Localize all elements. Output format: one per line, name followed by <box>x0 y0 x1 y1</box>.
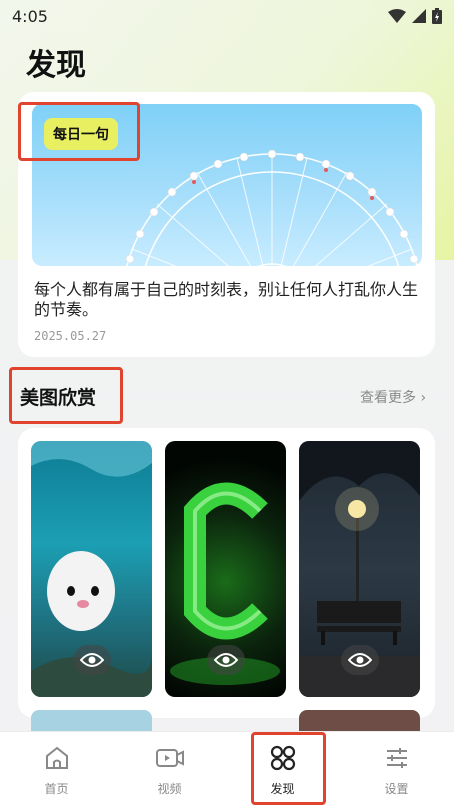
gallery-photo-park-bench[interactable] <box>299 441 420 697</box>
nav-item-video[interactable]: 视频 <box>113 732 226 807</box>
preview-eye-icon[interactable] <box>341 645 379 675</box>
home-icon <box>45 746 68 769</box>
battery-icon <box>432 8 442 24</box>
nav-label-home: 首页 <box>44 782 69 796</box>
gallery-card <box>18 428 435 718</box>
video-icon <box>155 749 184 767</box>
wifi-icon <box>388 9 406 23</box>
daily-quote-text: 每个人都有属于自己的时刻表，别让任何人打乱你人生的节奏。 <box>34 280 419 319</box>
status-time: 4:05 <box>12 6 48 26</box>
nav-label-video: 视频 <box>157 782 182 796</box>
preview-eye-icon[interactable] <box>207 645 245 675</box>
nav-item-settings[interactable]: 设置 <box>340 732 453 807</box>
highlight-gallery-title <box>9 367 123 424</box>
gallery-photo-otter[interactable] <box>31 441 152 697</box>
bottom-navigation: 首页 视频 发现 设置 <box>0 731 454 807</box>
view-more-link[interactable]: 查看更多 › <box>360 387 426 407</box>
highlight-nav-discover <box>251 732 326 805</box>
page-title: 发现 <box>26 48 86 83</box>
settings-sliders-icon <box>386 748 407 768</box>
daily-date: 2025.05.27 <box>34 329 107 343</box>
preview-eye-icon[interactable] <box>73 645 111 675</box>
highlight-daily-tag <box>18 102 140 161</box>
gallery-photo-neon-c[interactable] <box>165 441 286 697</box>
nav-item-home[interactable]: 首页 <box>0 732 113 807</box>
signal-icon <box>412 9 426 23</box>
status-bar: 4:05 <box>0 0 454 32</box>
nav-label-settings: 设置 <box>384 782 409 796</box>
